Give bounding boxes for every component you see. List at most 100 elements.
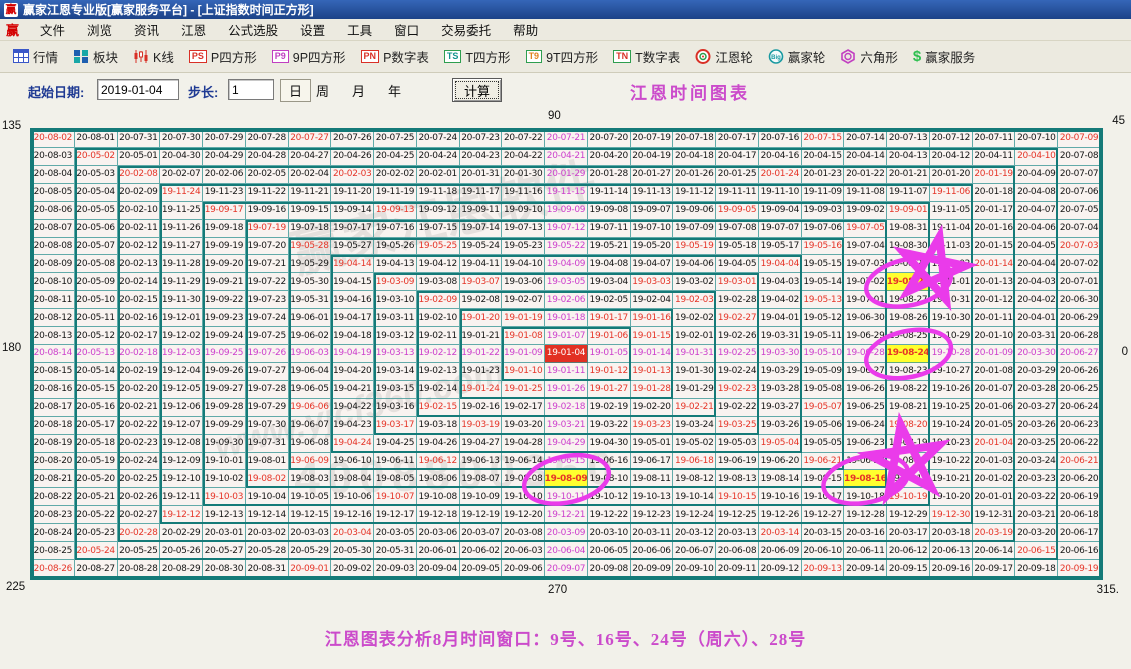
toolbar-button-T四方形[interactable]: TST四方形 (441, 45, 514, 68)
toolbar-button-9P四方形[interactable]: P99P四方形 (269, 45, 349, 68)
date-cell: 19-03-21 (545, 417, 588, 435)
date-cell: 19-04-23 (331, 417, 374, 435)
date-cell: 20-01-19 (973, 166, 1016, 184)
toolbar-button-label: T数字表 (635, 47, 680, 66)
date-cell: 20-05-27 (203, 542, 246, 560)
date-cell: 20-09-18 (1015, 560, 1058, 578)
toolbar-button-赢家服务[interactable]: $赢家服务 (910, 45, 978, 68)
toolbar-button-K线[interactable]: K线 (130, 45, 177, 68)
date-cell: 20-03-28 (1015, 381, 1058, 399)
date-cell: 19-01-11 (545, 363, 588, 381)
menu-item[interactable]: 帮助 (502, 24, 549, 38)
date-cell: 20-03-13 (716, 524, 759, 542)
date-cell: 20-03-07 (460, 524, 503, 542)
date-cell: 19-01-27 (588, 381, 631, 399)
date-cell: 19-12-27 (802, 506, 845, 524)
menu-item[interactable]: 资讯 (123, 24, 170, 38)
menu-item[interactable]: 公式选股 (217, 24, 289, 38)
date-cell: 20-08-25 (32, 542, 75, 560)
date-cell: 19-09-16 (246, 202, 289, 220)
toolbar-button-P数字表[interactable]: PNP数字表 (358, 45, 432, 68)
date-cell: 19-07-18 (289, 220, 332, 238)
toolbar-button-六角形[interactable]: 六角形 (837, 45, 901, 68)
toolbar-button-label: P四方形 (211, 47, 257, 66)
date-cell: 20-05-24 (75, 542, 118, 560)
date-cell: 20-09-16 (930, 560, 973, 578)
toolbar-button-9T四方形[interactable]: T99T四方形 (523, 45, 602, 68)
start-date-input[interactable] (97, 79, 179, 100)
date-cell: 20-05-23 (75, 524, 118, 542)
center-date-cell: 19-01-04 (545, 345, 588, 363)
date-cell: 20-05-31 (374, 542, 417, 560)
date-cell: 20-07-30 (160, 130, 203, 148)
unit-button-月[interactable]: 月 (352, 81, 365, 100)
date-cell: 20-07-15 (802, 130, 845, 148)
date-cell: 20-03-05 (374, 524, 417, 542)
date-cell: 20-06-21 (1058, 453, 1101, 471)
date-cell: 20-08-04 (32, 166, 75, 184)
date-cell: 19-09-27 (203, 381, 246, 399)
date-cell: 20-06-06 (631, 542, 674, 560)
menu-item[interactable]: 窗口 (383, 24, 430, 38)
date-cell: 20-04-18 (673, 148, 716, 166)
date-cell: 19-02-08 (460, 291, 503, 309)
highlighted-date-cell: 19-08-28 (887, 273, 930, 291)
step-input[interactable] (228, 79, 274, 100)
date-cell: 19-03-28 (759, 381, 802, 399)
date-cell: 20-07-13 (887, 130, 930, 148)
menu-item[interactable]: 交易委托 (430, 24, 502, 38)
date-cell: 20-01-15 (973, 238, 1016, 256)
date-cell: 19-11-24 (160, 184, 203, 202)
date-cell: 20-08-15 (32, 363, 75, 381)
date-cell: 20-07-26 (331, 130, 374, 148)
date-cell: 19-05-26 (374, 238, 417, 256)
date-cell: 20-07-24 (417, 130, 460, 148)
date-cell: 20-06-04 (545, 542, 588, 560)
date-cell: 19-12-11 (160, 488, 203, 506)
date-cell: 20-01-09 (973, 345, 1016, 363)
date-cell: 19-03-06 (502, 273, 545, 291)
date-cell: 20-02-21 (118, 399, 161, 417)
toolbar-button-板块[interactable]: 板块 (70, 45, 121, 68)
unit-button-周[interactable]: 周 (316, 81, 329, 100)
date-cell: 20-04-16 (759, 148, 802, 166)
compute-button[interactable]: 计算 (452, 78, 502, 102)
date-cell: 19-02-28 (716, 291, 759, 309)
unit-button-日[interactable]: 日 (280, 79, 311, 102)
toolbar-button-T数字表[interactable]: TNT数字表 (610, 45, 683, 68)
date-cell: 20-02-04 (289, 166, 332, 184)
date-cell: 20-08-11 (32, 291, 75, 309)
date-cell: 19-06-19 (716, 453, 759, 471)
toolbar-button-江恩轮[interactable]: 江恩轮 (692, 45, 756, 68)
menu-item[interactable]: 文件 (29, 24, 76, 38)
date-cell: 19-07-08 (716, 220, 759, 238)
title-bar[interactable]: 赢 赢家江恩专业版[赢家服务平台] - [上证指数时间正方形] (0, 0, 1131, 19)
date-cell: 20-07-29 (203, 130, 246, 148)
date-cell: 20-02-23 (118, 435, 161, 453)
menu-item[interactable]: 设置 (289, 24, 336, 38)
date-cell: 19-11-08 (844, 184, 887, 202)
toolbar-button-行情[interactable]: 行情 (10, 45, 61, 68)
date-cell: 19-11-10 (759, 184, 802, 202)
date-cell: 19-06-23 (844, 435, 887, 453)
toolbar-button-赢家轮[interactable]: Big赢家轮 (765, 45, 829, 68)
date-cell: 19-12-23 (631, 506, 674, 524)
date-cell: 20-03-11 (631, 524, 674, 542)
unit-button-年[interactable]: 年 (388, 81, 401, 100)
toolbar-button-label: P数字表 (383, 47, 429, 66)
date-cell: 20-05-13 (75, 345, 118, 363)
date-cell: 20-04-20 (588, 148, 631, 166)
date-cell: 19-05-05 (802, 435, 845, 453)
date-cell: 20-05-09 (75, 273, 118, 291)
date-cell: 19-05-30 (289, 273, 332, 291)
date-cell: 19-04-21 (331, 381, 374, 399)
date-cell: 20-02-24 (118, 453, 161, 471)
date-cell: 19-02-20 (631, 399, 674, 417)
menu-item[interactable]: 浏览 (76, 24, 123, 38)
date-cell: 19-10-06 (331, 488, 374, 506)
menu-item[interactable]: 工具 (336, 24, 383, 38)
date-cell: 20-01-13 (973, 273, 1016, 291)
menu-item[interactable]: 江恩 (170, 24, 217, 38)
toolbar-button-P四方形[interactable]: PSP四方形 (186, 45, 260, 68)
date-cell: 19-08-08 (502, 470, 545, 488)
